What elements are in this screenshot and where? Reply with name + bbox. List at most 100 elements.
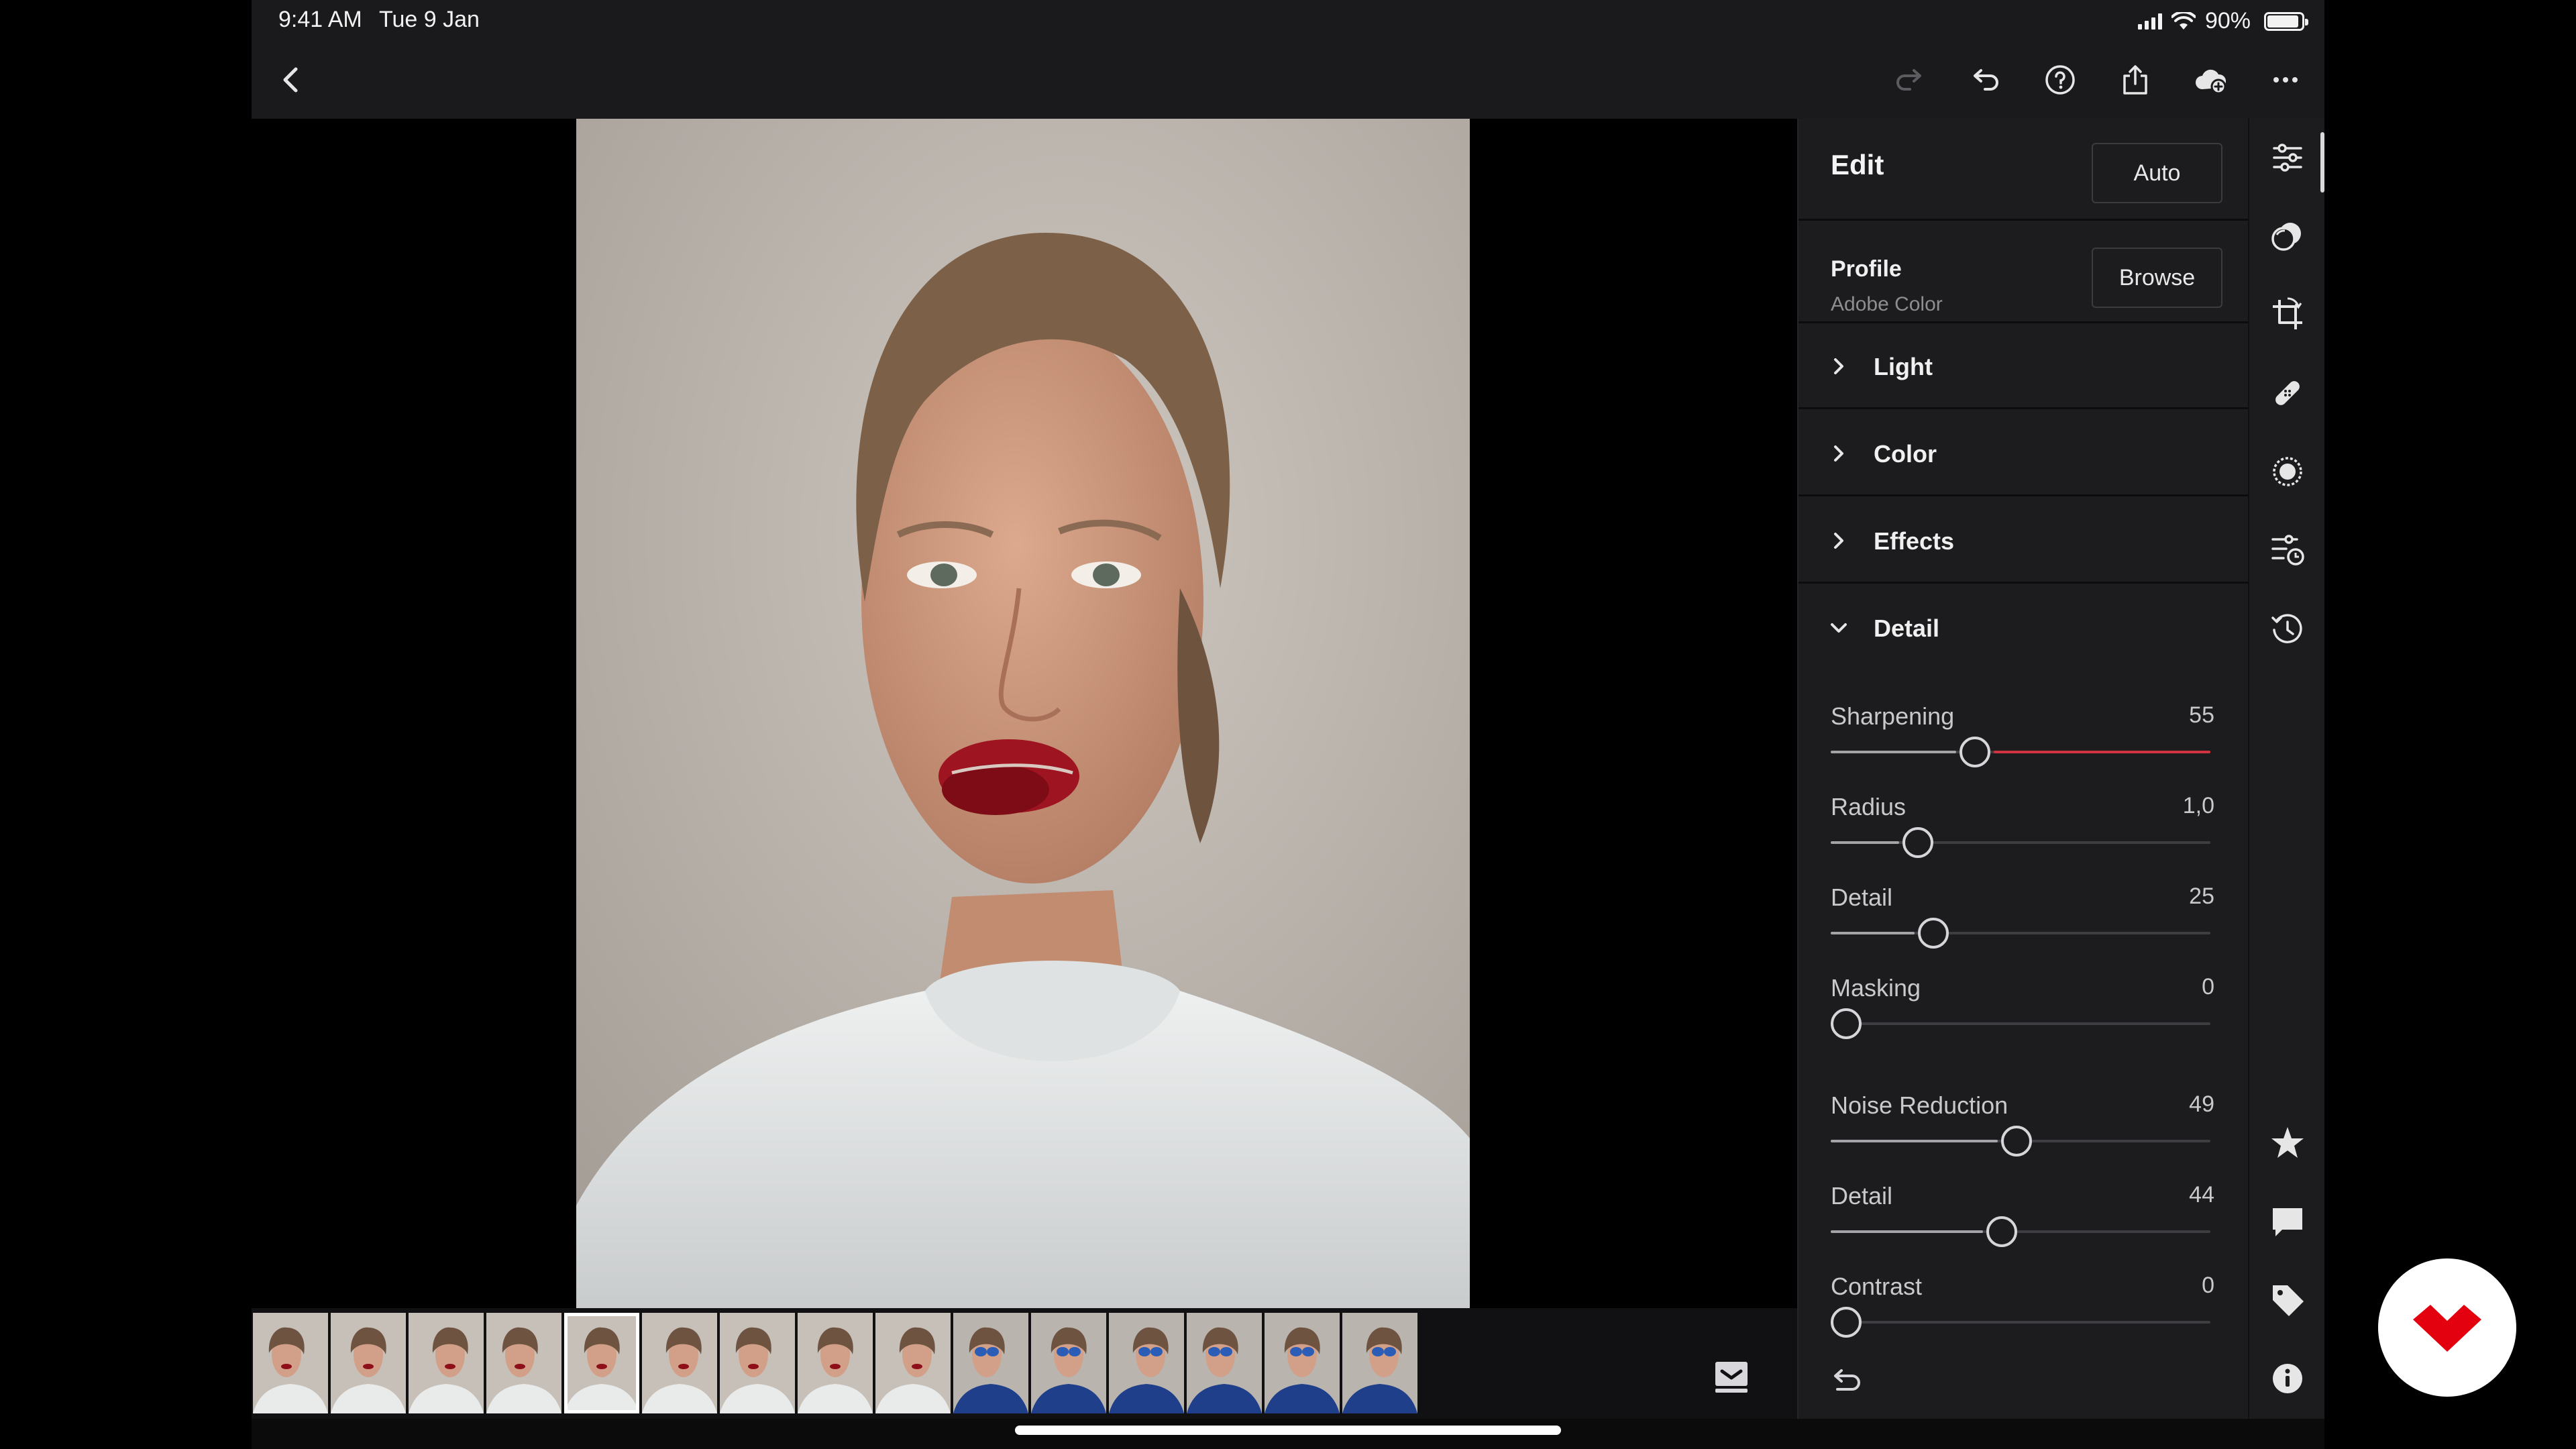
slider-value: 55 <box>2189 702 2214 728</box>
chevron-right-icon <box>1834 358 1843 374</box>
slider-track[interactable] <box>1831 751 2210 753</box>
filmstrip-thumbnail[interactable] <box>1265 1313 1340 1413</box>
undo-icon[interactable] <box>1965 60 2005 100</box>
chevron-right-icon <box>1834 445 1843 462</box>
slider-knob[interactable] <box>2001 1126 2032 1157</box>
browse-profiles-button[interactable]: Browse <box>2092 248 2222 308</box>
filmstrip-thumbnail[interactable] <box>642 1313 717 1413</box>
history-icon[interactable] <box>2267 608 2308 649</box>
slider-radius[interactable]: Radius 1,0 <box>1799 793 2249 880</box>
filmstrip-thumbnail[interactable] <box>1109 1313 1184 1413</box>
filmstrip-thumbnail[interactable] <box>253 1313 328 1413</box>
slider-value: 0 <box>2202 1273 2214 1298</box>
edit-title: Edit <box>1831 149 1884 180</box>
edit-header: Edit Auto <box>1799 119 2249 221</box>
slider-label: Contrast <box>1831 1273 1923 1300</box>
wifi-icon <box>2171 11 2196 30</box>
slider-label: Radius <box>1831 793 1907 820</box>
channel-logo <box>2378 1258 2516 1397</box>
home-indicator[interactable] <box>1015 1426 1561 1435</box>
back-icon[interactable] <box>272 60 312 100</box>
tag-icon[interactable] <box>2267 1280 2308 1320</box>
section-effects[interactable]: Effects <box>1799 498 2249 584</box>
filmstrip-thumbnail[interactable] <box>953 1313 1028 1413</box>
slider-label: Masking <box>1831 974 1921 1002</box>
info-icon[interactable] <box>2267 1358 2308 1399</box>
slider-track[interactable] <box>1831 1321 2210 1324</box>
filmstrip <box>252 1308 1797 1419</box>
presets-icon[interactable] <box>2267 216 2308 256</box>
section-label: Color <box>1874 440 1937 468</box>
filmstrip-toggle-icon[interactable] <box>1713 1360 1750 1394</box>
status-indicators: 90% <box>2137 8 2308 34</box>
lightroom-app: 9:41 AM Tue 9 Jan 90% Edit Auto Browse P… <box>252 0 2324 1449</box>
filmstrip-thumbnail[interactable] <box>1342 1313 1417 1413</box>
status-time: 9:41 AM <box>278 7 362 32</box>
slider-masking[interactable]: Masking 0 <box>1799 974 2249 1061</box>
logo-mark-icon <box>2413 1305 2481 1352</box>
slider-track[interactable] <box>1831 932 2210 934</box>
star-icon[interactable] <box>2267 1123 2308 1163</box>
comment-icon[interactable] <box>2267 1201 2308 1242</box>
reset-icon[interactable] <box>1828 1360 1866 1397</box>
filmstrip-thumbnail[interactable] <box>875 1313 951 1413</box>
slider-knob[interactable] <box>1960 737 1990 767</box>
slider-label: Noise Reduction <box>1831 1091 2008 1119</box>
slider-contrast[interactable]: Contrast 0 <box>1799 1273 2249 1360</box>
top-toolbar <box>252 42 2324 119</box>
filmstrip-thumbnail[interactable] <box>564 1313 639 1413</box>
sliders-icon[interactable] <box>2267 138 2308 178</box>
section-light[interactable]: Light <box>1799 323 2249 409</box>
filmstrip-thumbnail[interactable] <box>720 1313 795 1413</box>
more-icon[interactable] <box>2265 60 2306 100</box>
slider-knob[interactable] <box>1831 1307 1862 1338</box>
slider-label: Detail <box>1831 1182 1893 1210</box>
chevron-down-icon <box>1831 623 1847 633</box>
section-color[interactable]: Color <box>1799 411 2249 496</box>
help-icon[interactable] <box>2040 60 2080 100</box>
photo-canvas[interactable] <box>252 119 1797 1308</box>
slider-track[interactable] <box>1831 1022 2210 1025</box>
share-icon[interactable] <box>2115 60 2155 100</box>
cloud-sync-icon[interactable] <box>2190 60 2231 100</box>
section-detail[interactable]: Detail <box>1799 585 2249 671</box>
slider-label: Sharpening <box>1831 702 1955 730</box>
battery-icon <box>2264 11 2308 31</box>
slider-detail[interactable]: Detail 44 <box>1799 1182 2249 1269</box>
slider-track[interactable] <box>1831 841 2210 844</box>
slider-knob[interactable] <box>1902 827 1933 858</box>
auto-button[interactable]: Auto <box>2092 143 2222 203</box>
selective-icon[interactable] <box>2267 451 2308 492</box>
slider-value: 25 <box>2189 883 2214 909</box>
versions-icon[interactable] <box>2267 530 2308 570</box>
section-label: Light <box>1874 353 1933 380</box>
profile-label: Profile <box>1831 256 1902 282</box>
slider-noise-reduction[interactable]: Noise Reduction 49 <box>1799 1091 2249 1179</box>
filmstrip-thumbnail[interactable] <box>486 1313 561 1413</box>
slider-label: Detail <box>1831 883 1893 911</box>
slider-value: 49 <box>2189 1091 2214 1117</box>
slider-sharpening[interactable]: Sharpening 55 <box>1799 702 2249 790</box>
slider-knob[interactable] <box>1918 918 1949 949</box>
main-photo[interactable] <box>576 119 1470 1308</box>
slider-knob[interactable] <box>1986 1216 2017 1247</box>
filmstrip-thumbnail[interactable] <box>1031 1313 1106 1413</box>
filmstrip-thumbnail[interactable] <box>798 1313 873 1413</box>
edit-panel: Edit Auto Browse Profile Adobe Color Lig… <box>1797 119 2249 1419</box>
slider-detail[interactable]: Detail 25 <box>1799 883 2249 971</box>
status-bar: 9:41 AM Tue 9 Jan 90% <box>252 0 2324 42</box>
crop-icon[interactable] <box>2267 294 2308 335</box>
filmstrip-thumbnail[interactable] <box>1187 1313 1262 1413</box>
signal-icon <box>2137 13 2162 30</box>
slider-knob[interactable] <box>1831 1008 1862 1039</box>
healing-icon[interactable] <box>2267 373 2308 413</box>
active-tool-indicator <box>2320 132 2324 193</box>
tool-rail <box>2248 119 2324 1419</box>
filmstrip-thumbnail[interactable] <box>409 1313 484 1413</box>
redo-icon[interactable] <box>1890 60 1930 100</box>
battery-percent: 90% <box>2204 8 2251 34</box>
status-date: Tue 9 Jan <box>379 7 480 32</box>
chevron-right-icon <box>1834 533 1843 549</box>
slider-track[interactable] <box>1831 1230 2210 1233</box>
filmstrip-thumbnail[interactable] <box>331 1313 406 1413</box>
